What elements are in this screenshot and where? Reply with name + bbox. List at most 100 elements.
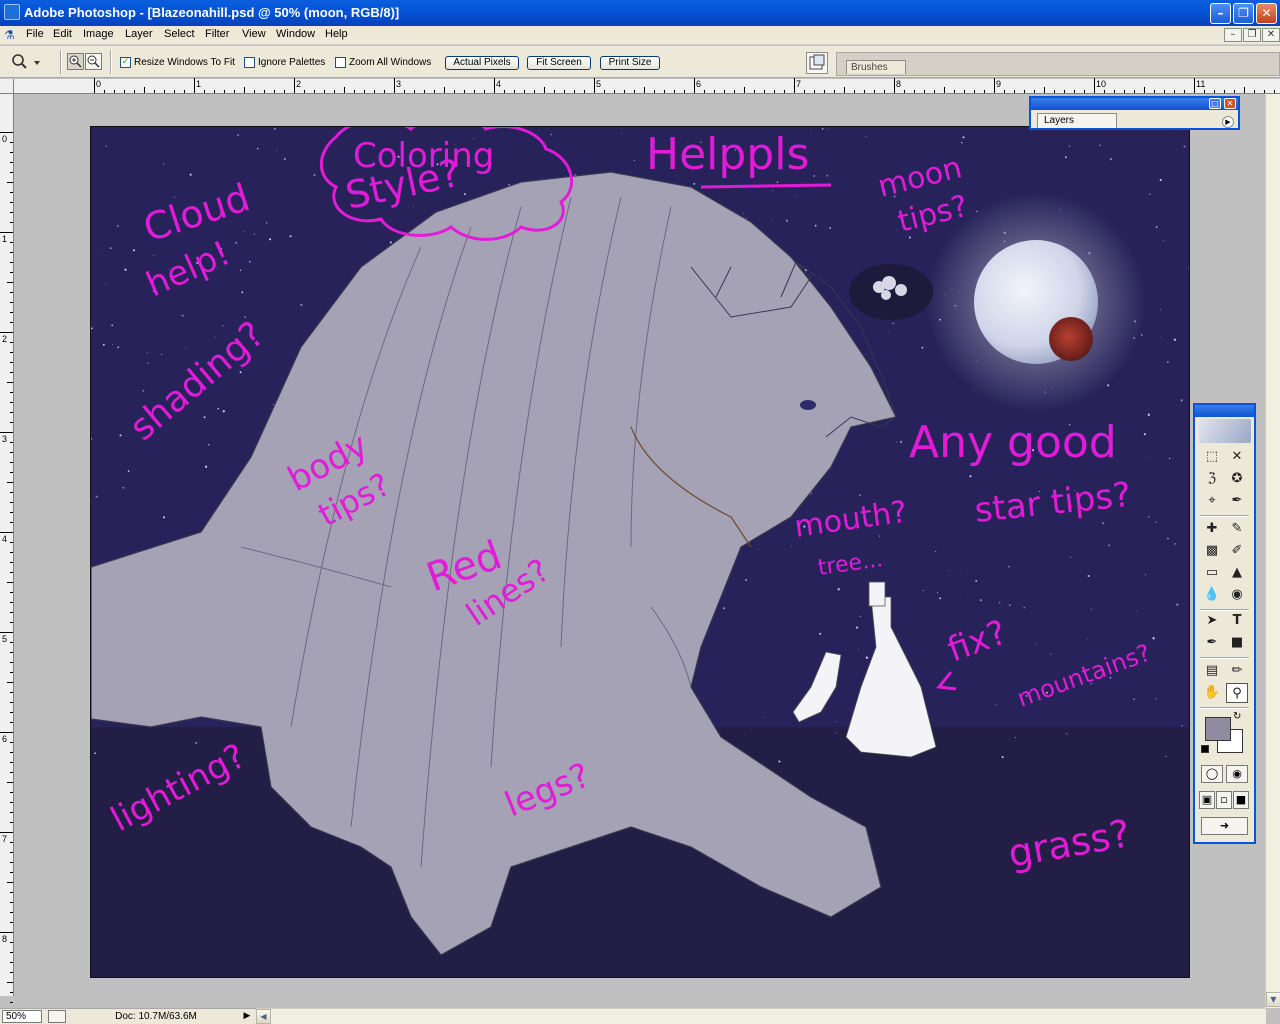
star xyxy=(119,434,122,437)
document-canvas[interactable]: Coloring Style? Helppls moon tips? Cloud… xyxy=(90,126,1190,978)
bucket-icon[interactable]: ▲ xyxy=(1226,563,1248,583)
checkbox-icon xyxy=(244,57,255,68)
zoom-icon[interactable]: ⚲ xyxy=(1226,683,1248,703)
menu-image[interactable]: Image xyxy=(83,28,114,40)
star xyxy=(1155,521,1157,524)
menu-view[interactable]: View xyxy=(242,28,266,40)
brush-icon[interactable]: ✎ xyxy=(1226,519,1248,539)
photoshop-feather-icon[interactable] xyxy=(1199,419,1251,443)
palette-collapse-button[interactable]: □ xyxy=(1209,98,1221,109)
layers-tab[interactable]: Layers xyxy=(1037,113,1117,128)
full-screen-menu-button[interactable]: ▫ xyxy=(1216,791,1232,809)
standard-screen-button[interactable]: ▣ xyxy=(1199,791,1215,809)
ruler-tick xyxy=(10,872,13,873)
photoshop-app-icon[interactable] xyxy=(4,4,20,20)
ruler-tick xyxy=(10,502,13,503)
move-icon[interactable]: ✕ xyxy=(1226,447,1248,467)
palette-close-button[interactable]: ✕ xyxy=(1224,98,1236,109)
zoom-in-button[interactable] xyxy=(67,53,84,70)
healing-icon[interactable]: ✚ xyxy=(1201,519,1223,539)
star xyxy=(132,249,135,252)
doc-close-button[interactable]: ✕ xyxy=(1262,28,1280,42)
scroll-down-button[interactable]: ▼ xyxy=(1266,992,1280,1007)
close-button[interactable]: ✕ xyxy=(1256,3,1277,24)
zoom-out-button[interactable] xyxy=(85,53,102,70)
standard-mode-button[interactable]: ◯ xyxy=(1201,765,1223,783)
blur-icon[interactable]: 💧 xyxy=(1201,585,1223,605)
menu-layer[interactable]: Layer xyxy=(125,28,153,40)
toolbox-separator xyxy=(1200,515,1249,517)
star xyxy=(116,224,119,227)
ruler-origin[interactable] xyxy=(0,79,14,94)
type-icon[interactable]: T xyxy=(1226,611,1248,631)
foreground-color-swatch[interactable] xyxy=(1205,717,1231,741)
star xyxy=(105,145,108,147)
star xyxy=(102,343,105,346)
document-icon[interactable]: ⚗ xyxy=(4,28,20,43)
scroll-left-button[interactable]: ◀ xyxy=(256,1009,271,1024)
star xyxy=(1087,639,1089,640)
minimize-button[interactable]: – xyxy=(1210,3,1231,24)
ignore-palettes-checkbox[interactable]: Ignore Palettes xyxy=(244,57,325,68)
swap-colors-icon[interactable]: ↻ xyxy=(1233,711,1241,722)
eraser-icon[interactable]: ▭ xyxy=(1201,563,1223,583)
palette-browser-button[interactable] xyxy=(806,52,828,74)
horizontal-ruler[interactable]: 0 1 2 3 4 5 6 7 8 9 10 11 xyxy=(14,78,1280,94)
actual-pixels-button[interactable]: Actual Pixels xyxy=(445,56,519,70)
ruler-tick xyxy=(1264,90,1265,93)
menu-edit[interactable]: Edit xyxy=(53,28,72,40)
horizontal-scrollbar[interactable]: ◀ xyxy=(256,1008,1266,1024)
zoom-all-windows-checkbox[interactable]: Zoom All Windows xyxy=(335,57,431,68)
doc-restore-button[interactable]: ❐ xyxy=(1243,28,1261,42)
status-info-icon[interactable] xyxy=(48,1010,66,1023)
marquee-icon[interactable]: ⬚ xyxy=(1201,447,1223,467)
toolbox-titlebar[interactable] xyxy=(1195,405,1254,417)
ruler-v-label: 3 xyxy=(2,434,8,444)
eyedropper-icon[interactable]: ✏ xyxy=(1226,661,1248,681)
pen-icon[interactable]: ✒ xyxy=(1201,633,1223,653)
print-size-button[interactable]: Print Size xyxy=(600,56,660,70)
history-brush-icon[interactable]: ✐ xyxy=(1226,541,1248,561)
ruler-tick xyxy=(674,90,675,93)
lasso-icon[interactable]: ℨ xyxy=(1201,469,1223,489)
ruler-tick xyxy=(10,422,13,423)
shape-icon[interactable]: ■ xyxy=(1226,633,1248,653)
magic-wand-icon[interactable]: ✪ xyxy=(1226,469,1248,489)
notes-icon[interactable]: ▤ xyxy=(1201,661,1223,681)
stamp-icon[interactable]: ▩ xyxy=(1201,541,1223,561)
ruler-tick xyxy=(1184,90,1185,93)
default-colors-icon[interactable] xyxy=(1201,745,1209,753)
tool-preset-picker[interactable] xyxy=(8,52,48,72)
status-menu-arrow-icon[interactable]: ▶ xyxy=(240,1010,254,1023)
full-screen-button[interactable]: ■ xyxy=(1233,791,1249,809)
menu-help[interactable]: Help xyxy=(325,28,348,40)
menu-filter[interactable]: Filter xyxy=(205,28,229,40)
ruler-tick xyxy=(7,882,13,883)
resize-windows-checkbox[interactable]: ✓ Resize Windows To Fit xyxy=(120,57,235,68)
brushes-tab[interactable]: Brushes xyxy=(846,60,906,74)
dodge-icon[interactable]: ◉ xyxy=(1226,585,1248,605)
jump-to-imageready-button[interactable]: ➜ xyxy=(1201,817,1248,835)
star xyxy=(962,136,965,139)
ruler-tick xyxy=(0,332,13,333)
slice-icon[interactable]: ✒ xyxy=(1226,491,1248,511)
vertical-scrollbar[interactable]: ▼ xyxy=(1265,94,1280,1008)
vertical-ruler[interactable]: 0 1 2 3 4 5 6 7 8 xyxy=(0,94,14,1023)
hand-icon[interactable]: ✋ xyxy=(1201,683,1223,703)
star xyxy=(835,732,837,734)
ruler-tick xyxy=(574,90,575,93)
quick-mask-button[interactable]: ◉ xyxy=(1226,765,1248,783)
doc-minimize-button[interactable]: – xyxy=(1224,28,1242,42)
menu-select[interactable]: Select xyxy=(164,28,195,40)
path-select-icon[interactable]: ➤ xyxy=(1201,611,1223,631)
fit-screen-button[interactable]: Fit Screen xyxy=(527,56,591,70)
palette-menu-button[interactable]: ▶ xyxy=(1222,116,1234,128)
restore-button[interactable]: ❐ xyxy=(1233,3,1254,24)
zoom-level-field[interactable]: 50% xyxy=(2,1010,42,1023)
layers-palette-titlebar[interactable]: □ ✕ xyxy=(1031,98,1238,110)
star xyxy=(112,344,113,346)
crop-icon[interactable]: ⌖ xyxy=(1201,491,1223,511)
star xyxy=(463,193,466,196)
menu-file[interactable]: File xyxy=(26,28,44,40)
menu-window[interactable]: Window xyxy=(276,28,315,40)
